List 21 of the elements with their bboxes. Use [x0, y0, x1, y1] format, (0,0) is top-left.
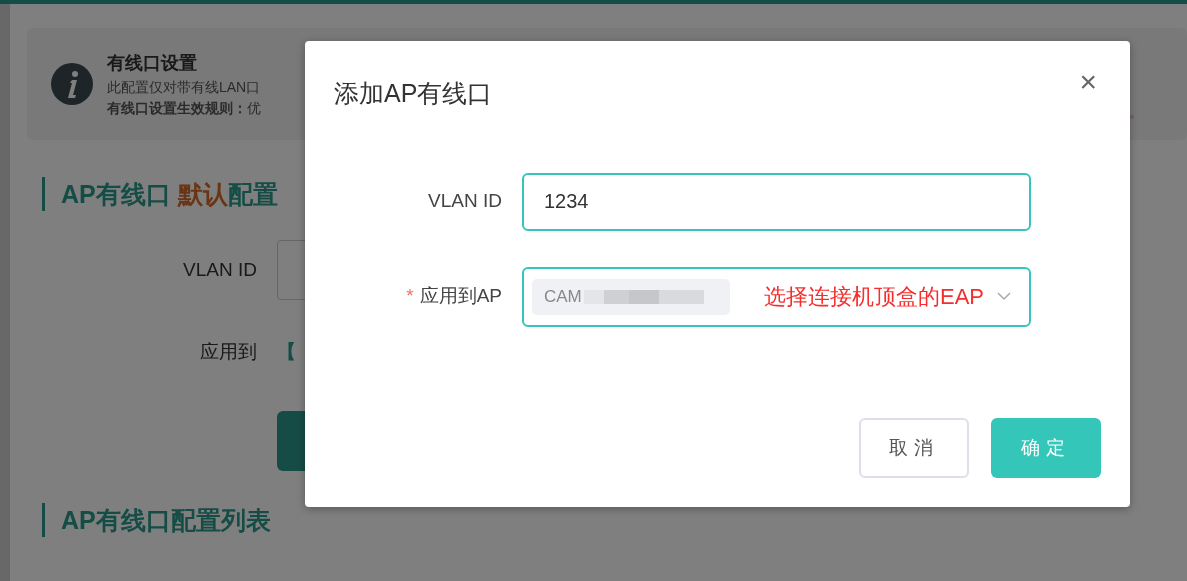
modal-title: 添加AP有线口: [334, 78, 493, 109]
required-mark: *: [406, 285, 414, 307]
apply-value: 【: [277, 340, 296, 364]
selected-tag[interactable]: CAM: [532, 278, 730, 315]
field-label: VLAN ID: [182, 257, 257, 282]
field-label: 应用到: [199, 340, 257, 364]
label-text: 应用到AP: [419, 285, 502, 307]
notice-title: 有线口设置: [107, 51, 198, 75]
notice-text: 此配置仅对带有线LAN口: [107, 77, 261, 97]
chevron-down-icon: [997, 290, 1011, 301]
notice-rule-text: 有线口设置生效规则：优: [107, 98, 261, 118]
ap-select[interactable]: CAM 选择连接机顶盒的EAP: [522, 266, 1031, 327]
vlan-id-input[interactable]: 1234: [522, 172, 1031, 231]
cancel-button[interactable]: 取消: [859, 418, 969, 478]
field-label: VLAN ID: [427, 189, 502, 214]
info-icon: [51, 63, 93, 105]
notice-text-fragment: 。: [1129, 103, 1143, 122]
scrollbar[interactable]: [0, 4, 10, 581]
annotation-text: 选择连接机顶盒的EAP: [764, 283, 985, 311]
close-button[interactable]: ×: [1079, 67, 1097, 97]
tag-text: CAM: [544, 285, 582, 308]
